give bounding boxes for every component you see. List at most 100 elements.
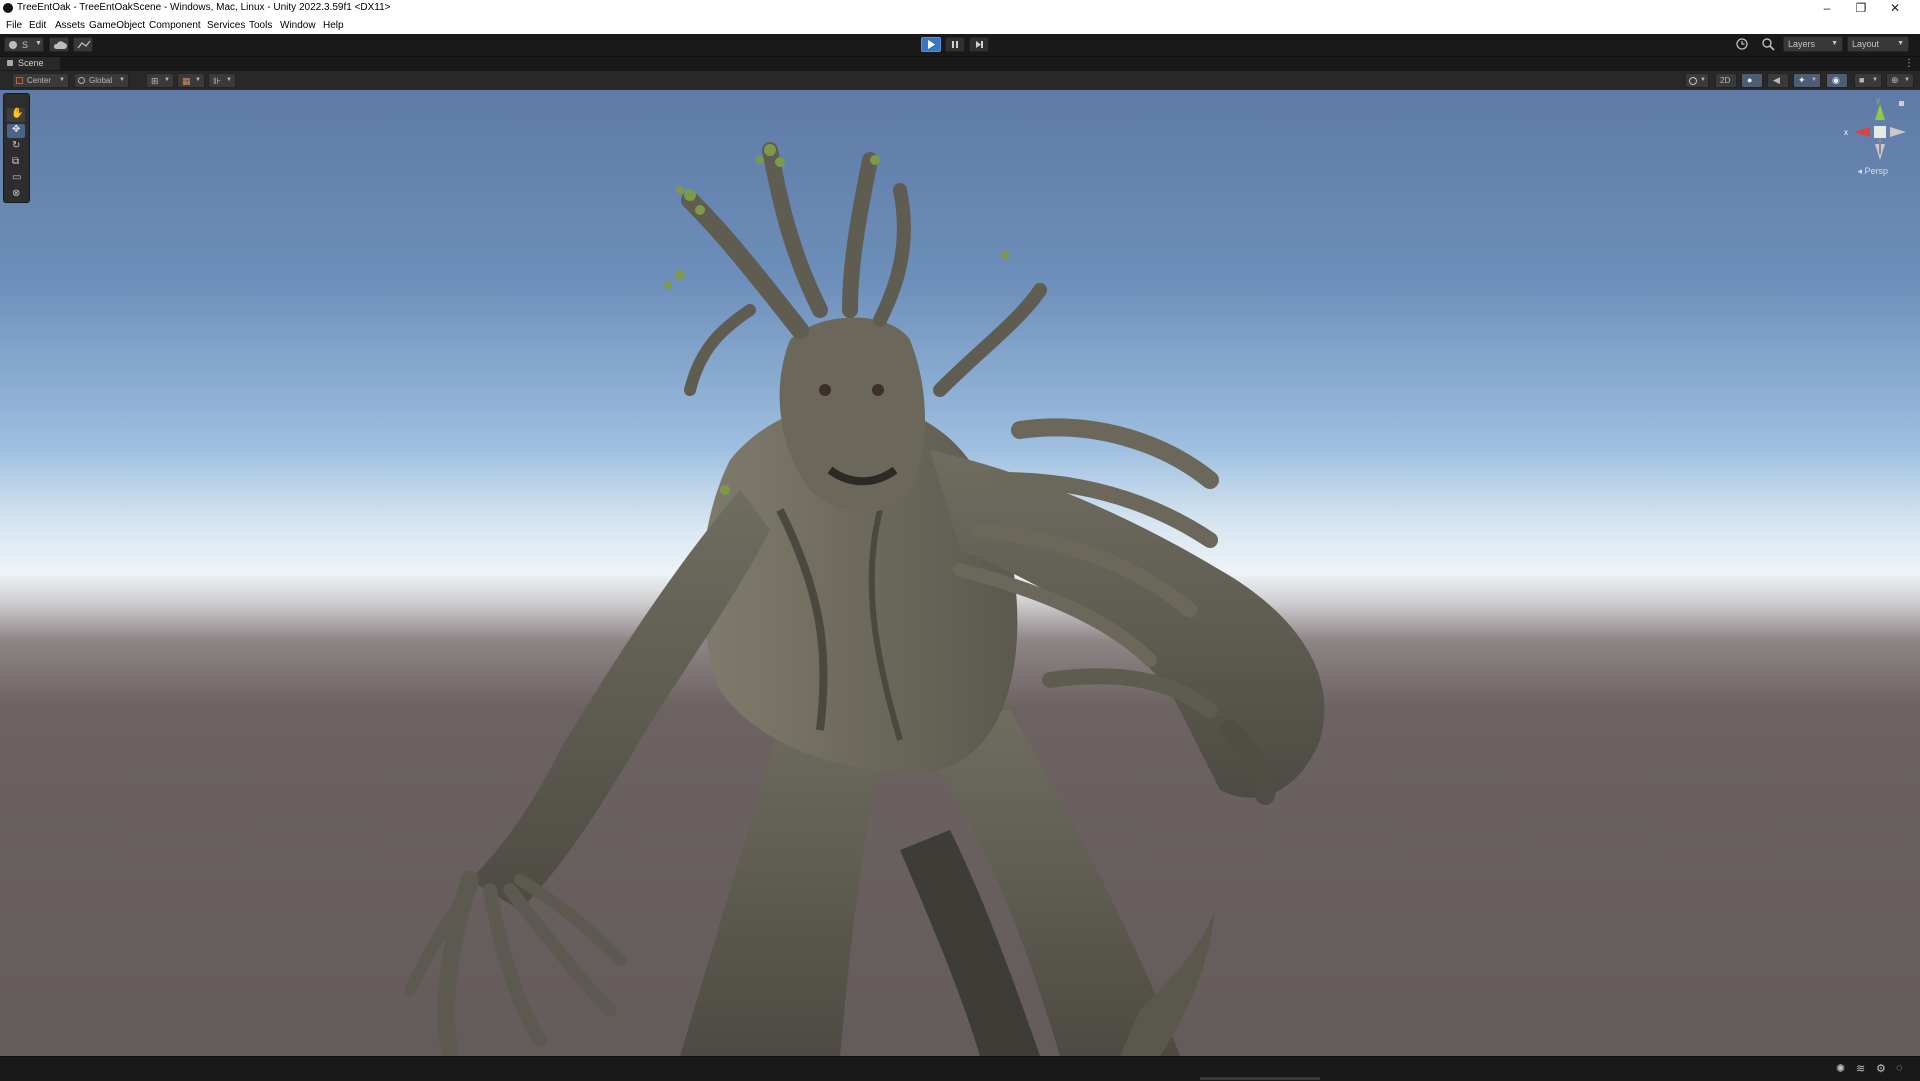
history-icon — [1736, 38, 1748, 50]
layers-label: Layers — [1788, 39, 1816, 49]
window-title: TreeEntOak - TreeEntOakScene - Windows, … — [17, 2, 391, 13]
menu-edit[interactable]: Edit — [29, 20, 46, 31]
cpu-icon[interactable]: ⚙ — [1876, 1062, 1886, 1075]
scene-visibility-toggle[interactable]: ◉ — [1826, 73, 1848, 88]
step-button[interactable] — [969, 37, 989, 52]
search-icon — [1762, 38, 1775, 51]
pivot-rotation-dropdown[interactable]: Global ▼ — [74, 73, 129, 88]
grid-visibility-dropdown[interactable]: ⊞ ▼ — [146, 73, 174, 88]
menu-services[interactable]: Services — [207, 20, 245, 31]
scene-icon — [7, 60, 13, 66]
search-button[interactable] — [1759, 36, 1777, 52]
tree-ent-model — [404, 142, 1325, 1056]
bug-icon[interactable]: ✺ — [1836, 1062, 1845, 1075]
gizmos-dropdown[interactable]: ⊕ ▼ — [1886, 73, 1914, 88]
step-icon — [976, 41, 983, 48]
draw-mode-dropdown[interactable]: ▼ — [1685, 73, 1709, 88]
account-label: S — [22, 40, 29, 50]
chevron-down-icon: ▼ — [119, 77, 125, 83]
rotate-tool-button[interactable]: ↻ — [7, 140, 25, 154]
cloud-sync-icon[interactable]: ◌ — [1896, 1062, 1903, 1074]
grid-icon: ⊞ — [151, 76, 159, 86]
play-icon — [928, 40, 935, 49]
pivot-mode-dropdown[interactable]: Center ▼ — [12, 73, 69, 88]
camera-settings-dropdown[interactable]: ■ ▼ — [1854, 73, 1882, 88]
snap-grid-icon: ▦ — [182, 76, 191, 86]
menu-help[interactable]: Help — [323, 20, 344, 31]
tab-strip: Scene ⋮ — [0, 57, 1920, 70]
hand-tool-button[interactable]: ✋ — [7, 108, 25, 122]
menu-bar: File Edit Assets GameObject Component Se… — [0, 17, 1920, 34]
unity-logo-icon — [3, 3, 13, 13]
pivot-rotation-label: Global — [89, 76, 113, 85]
menu-component[interactable]: Component — [149, 20, 201, 31]
rotate-tool-icon: ↻ — [12, 140, 21, 151]
lock-icon — [1899, 101, 1904, 106]
pause-button[interactable] — [945, 37, 965, 52]
eye-slash-icon: ◉ — [1832, 75, 1840, 85]
pause-icon — [952, 41, 958, 48]
layers-dropdown[interactable]: Layers ▼ — [1783, 36, 1843, 52]
restore-button[interactable]: ❐ — [1844, 0, 1878, 17]
lighting-toggle[interactable]: ● — [1741, 73, 1763, 88]
tab-scene[interactable]: Scene — [0, 57, 60, 70]
pivot-center-icon — [16, 77, 23, 84]
move-tool-button[interactable]: ✥ — [7, 124, 25, 138]
chevron-down-icon: ▼ — [35, 40, 42, 47]
increment-snap-dropdown[interactable]: ⊪ ▼ — [208, 73, 236, 88]
chevron-down-icon: ▼ — [164, 77, 170, 83]
speaker-icon: ◀ — [1773, 75, 1780, 85]
transform-tool-button[interactable]: ⊗ — [7, 188, 25, 202]
rect-tool-icon: ▭ — [12, 172, 22, 183]
snap-increment-icon: ⊪ — [213, 76, 221, 86]
effects-icon: ✦ — [1798, 75, 1806, 85]
transform-tool-icon: ⊗ — [12, 188, 21, 199]
menu-assets[interactable]: Assets — [55, 20, 85, 31]
account-icon — [9, 41, 17, 49]
chevron-down-icon: ▼ — [195, 77, 201, 83]
orientation-gizmo[interactable]: y x — [1840, 94, 1910, 174]
scale-tool-button[interactable]: ⧉ — [7, 156, 25, 170]
cloud-button[interactable] — [49, 37, 69, 52]
tools-palette: ✋ ✥ ↻ ⧉ ▭ ⊗ — [3, 93, 30, 203]
chevron-down-icon: ▼ — [1904, 77, 1910, 83]
scene-viewport[interactable]: ✋ ✥ ↻ ⧉ ▭ ⊗ y x ◂ Persp — [0, 90, 1920, 1056]
menu-window[interactable]: Window — [280, 20, 316, 31]
chevron-down-icon: ▼ — [1811, 77, 1817, 83]
toggle-2d-button[interactable]: 2D — [1715, 73, 1737, 88]
menu-file[interactable]: File — [6, 20, 22, 31]
menu-tools[interactable]: Tools — [249, 20, 272, 31]
rect-tool-button[interactable]: ▭ — [7, 172, 25, 186]
grid-snapping-dropdown[interactable]: ▦ ▼ — [177, 73, 205, 88]
gizmo-x-label: x — [1844, 128, 1848, 137]
chevron-down-icon: ▼ — [1872, 77, 1878, 83]
projection-label[interactable]: ◂ Persp — [1857, 166, 1888, 177]
menu-gameobject[interactable]: GameObject — [89, 20, 145, 31]
chevron-down-icon: ▼ — [1700, 77, 1706, 83]
gizmos-icon: ⊕ — [1891, 75, 1899, 85]
kebab-menu-icon[interactable]: ⋮ — [1904, 58, 1914, 69]
scene-tab-label: Scene — [18, 58, 44, 68]
camera-icon: ■ — [1859, 75, 1865, 85]
gizmo-y-label: y — [1876, 96, 1880, 105]
audio-toggle[interactable]: ◀ — [1767, 73, 1789, 88]
layout-dropdown[interactable]: Layout ▼ — [1847, 36, 1909, 52]
move-tool-icon: ✥ — [12, 124, 21, 135]
pivot-mode-label: Center — [27, 76, 52, 85]
play-button[interactable] — [921, 37, 941, 52]
light-bulb-icon: ● — [1747, 75, 1753, 85]
scale-tool-icon: ⧉ — [12, 156, 20, 167]
scene-toolbar: Center ▼ Global ▼ ⊞ ▼ ▦ ▼ ⊪ ▼ ▼ 2D ● ◀ ✦… — [0, 71, 1920, 91]
hand-tool-icon: ✋ — [11, 108, 24, 119]
undo-history-button[interactable] — [1733, 36, 1751, 52]
close-button[interactable]: ✕ — [1878, 0, 1912, 17]
minimize-button[interactable]: – — [1810, 0, 1844, 17]
collab-button[interactable] — [73, 37, 93, 52]
account-dropdown[interactable]: S ▼ — [4, 37, 44, 52]
effects-dropdown[interactable]: ✦ ▼ — [1793, 73, 1821, 88]
layers-stack-icon[interactable]: ≋ — [1856, 1062, 1865, 1075]
mode-2d-label: 2D — [1720, 76, 1731, 85]
chevron-down-icon: ▼ — [1831, 40, 1838, 47]
cloud-icon — [53, 41, 67, 49]
globe-icon — [78, 77, 85, 84]
